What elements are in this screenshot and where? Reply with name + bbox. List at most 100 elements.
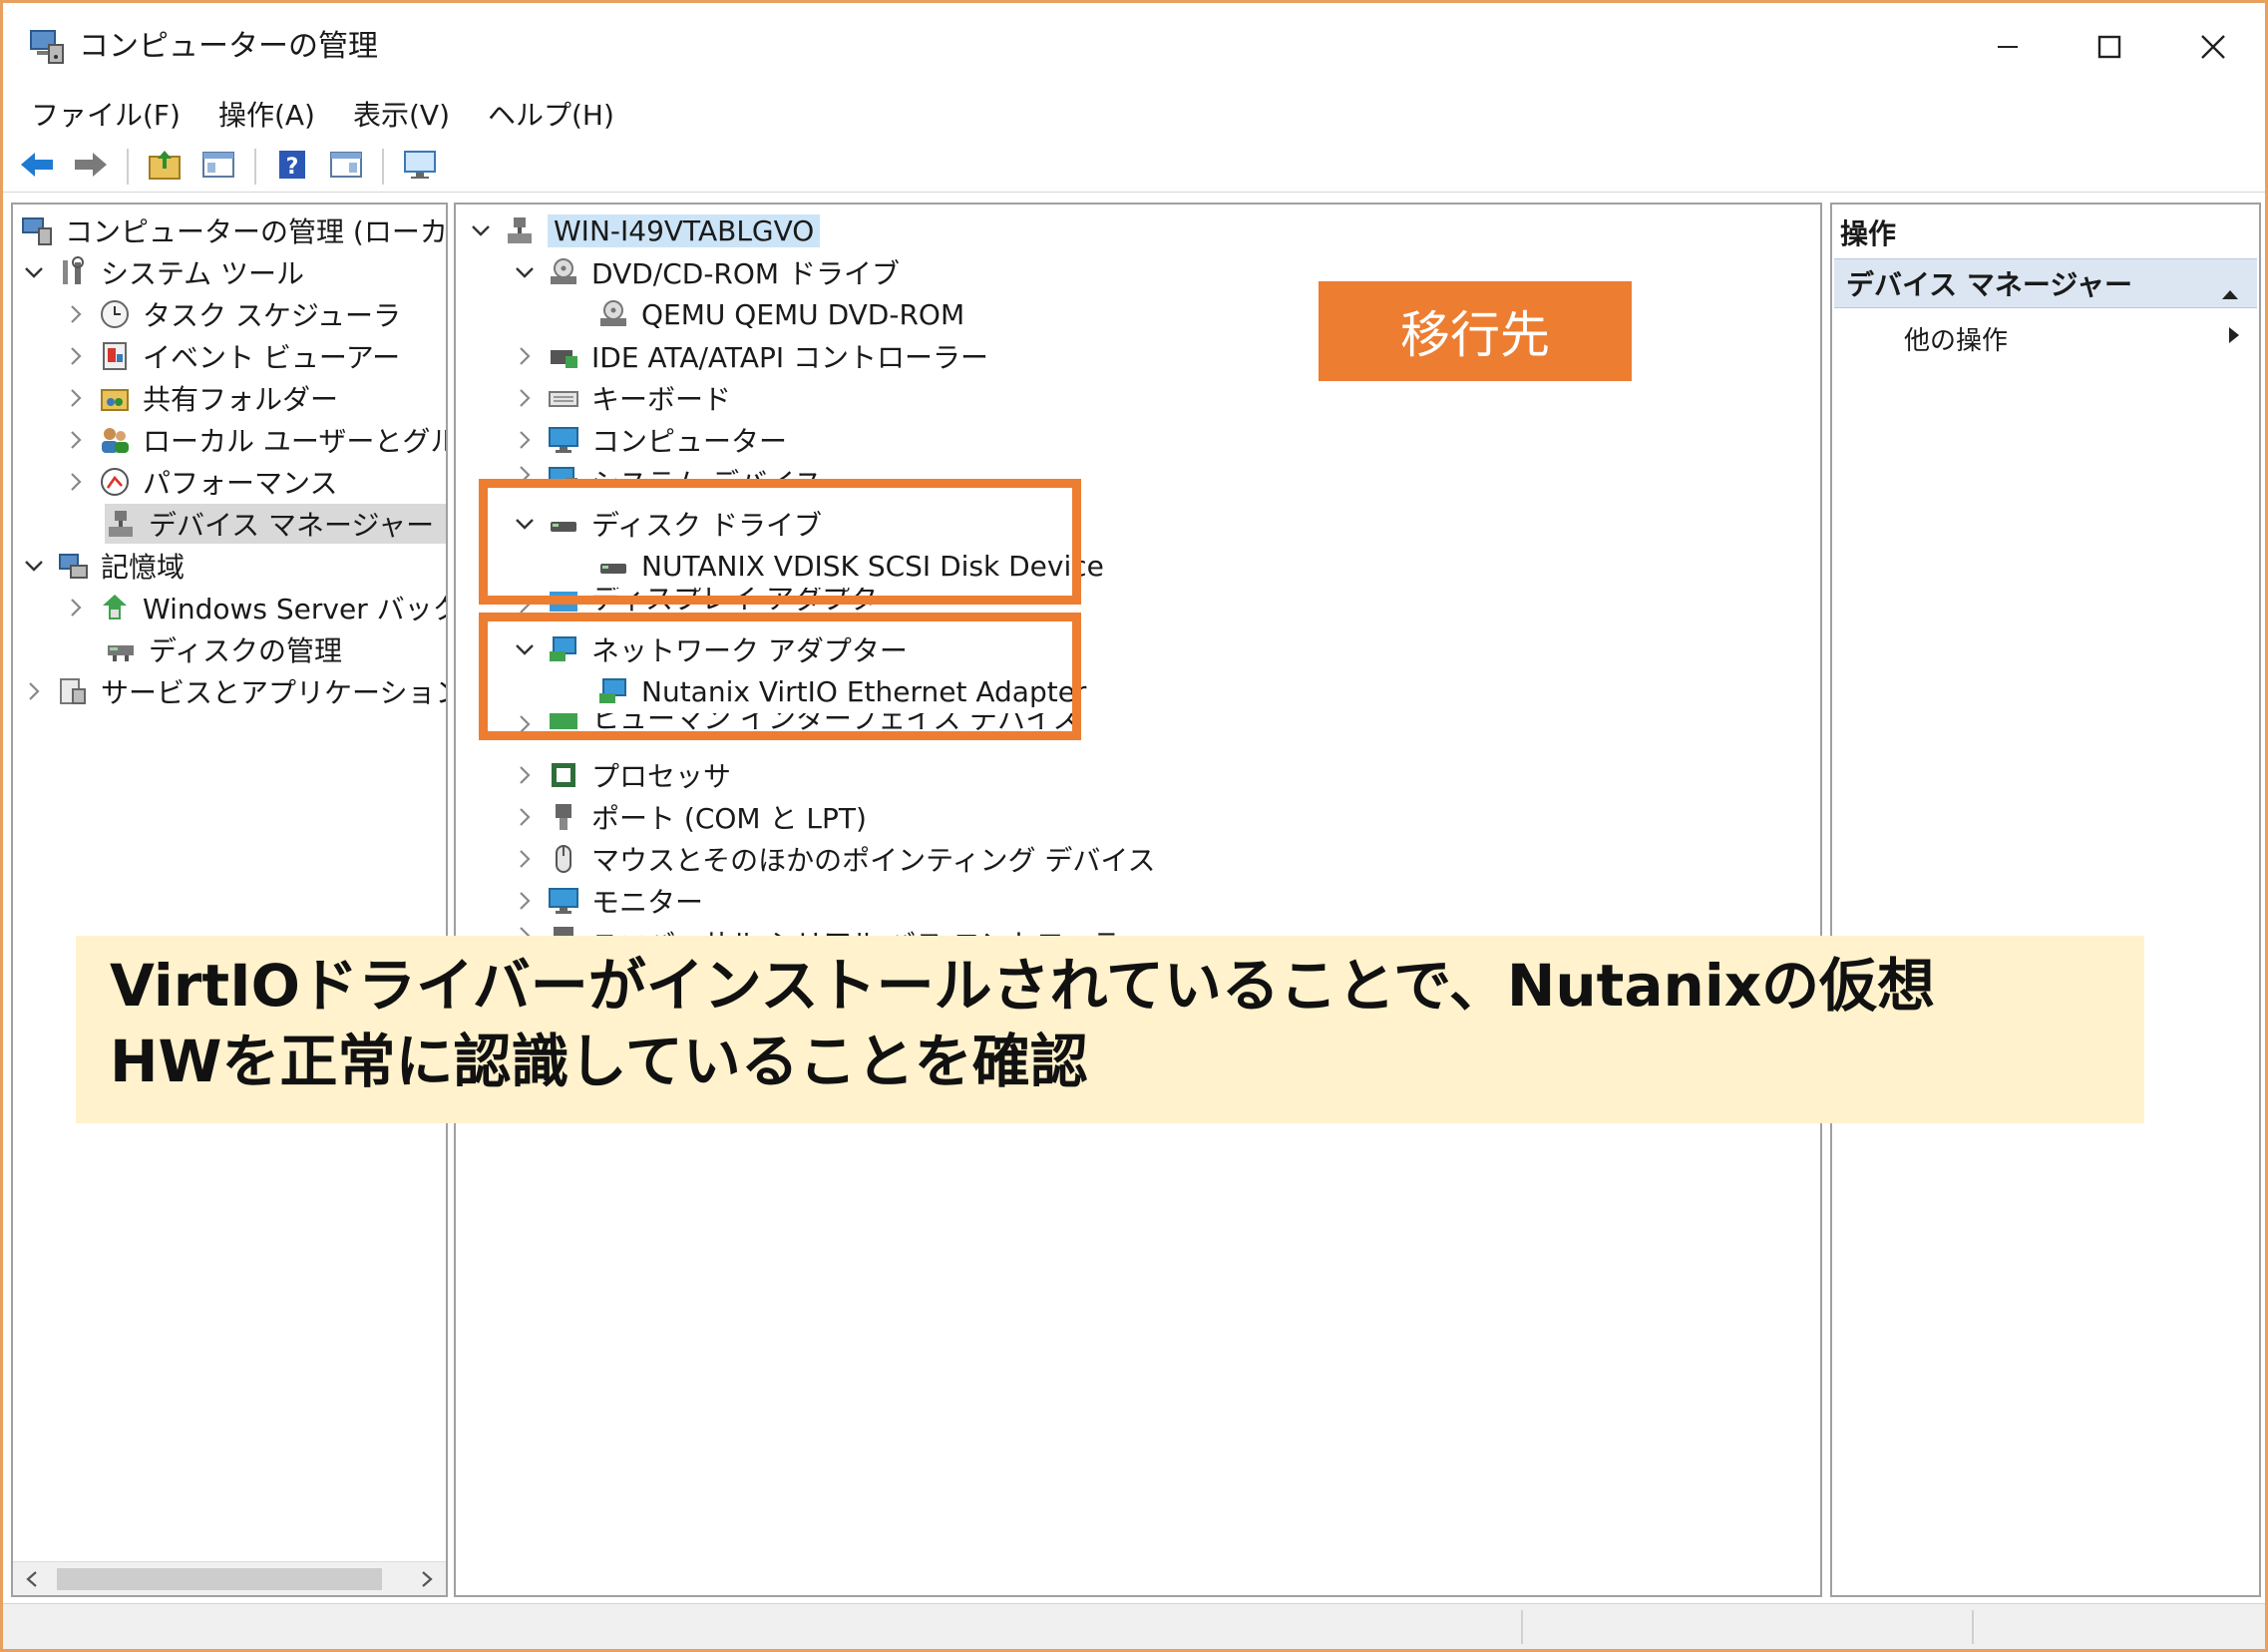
tree-item-label: コンピューターの管理 (ローカル) <box>65 215 448 248</box>
help-button[interactable]: ? <box>272 147 312 187</box>
scroll-left-arrow-icon[interactable] <box>19 1566 45 1592</box>
chevron-down-icon[interactable] <box>21 259 47 285</box>
chevron-down-icon[interactable] <box>468 217 494 243</box>
device-category-keyboard[interactable]: キーボード <box>512 378 731 418</box>
maximize-button[interactable] <box>2070 17 2149 77</box>
computer-management-icon <box>27 27 67 67</box>
chevron-right-icon[interactable] <box>512 762 538 788</box>
device-category-mice[interactable]: マウスとそのほかのポインティング デバイス <box>512 839 1156 879</box>
device-category-label: コンピューター <box>591 425 788 458</box>
chevron-right-icon[interactable] <box>512 846 538 872</box>
action-more-actions[interactable]: 他の操作 <box>1904 320 2008 357</box>
device-category-ide[interactable]: IDE ATA/ATAPI コントローラー <box>512 336 988 376</box>
help-icon: ? <box>277 149 307 185</box>
forward-arrow-icon <box>73 150 109 184</box>
tree-item-system-tools[interactable]: システム ツール <box>21 252 304 292</box>
device-category-label: ポート (COM と LPT) <box>591 802 867 835</box>
users-icon <box>99 424 131 456</box>
tree-item-event-viewer[interactable]: イベント ビューアー <box>63 336 400 376</box>
dvd-icon <box>548 256 579 288</box>
status-bar <box>3 1603 2265 1649</box>
caret-up-icon[interactable] <box>2221 275 2239 308</box>
caret-right-icon[interactable] <box>2227 326 2241 348</box>
device-category-processors[interactable]: プロセッサ <box>512 755 731 795</box>
tree-item-label: 記憶域 <box>101 551 186 584</box>
chevron-right-icon[interactable] <box>63 385 89 411</box>
toolbar-separator <box>254 148 256 185</box>
tree-item-services-applications[interactable]: サービスとアプリケーション <box>21 671 446 711</box>
scroll-right-arrow-icon[interactable] <box>414 1566 440 1592</box>
tree-item-computer-management[interactable]: コンピューターの管理 (ローカル) <box>21 210 448 250</box>
tree-item-label: デバイス マネージャー <box>149 509 435 542</box>
minimize-button[interactable] <box>1968 17 2048 77</box>
device-tree-pane[interactable]: WIN-I49VTABLGVO DVD/CD-ROM ドライブ QEMU QEM… <box>454 203 1822 1597</box>
monitor-button[interactable] <box>400 147 440 187</box>
up-folder-button[interactable] <box>145 147 185 187</box>
clock-icon <box>99 298 131 330</box>
toolbar: ? <box>3 141 2265 193</box>
ide-icon <box>548 340 579 372</box>
menu-file[interactable]: ファイル(F) <box>31 94 181 134</box>
destination-label: 移行先 <box>1319 281 1632 381</box>
status-divider <box>1521 1610 1523 1644</box>
highlight-network-adapter <box>479 613 1081 740</box>
back-arrow-icon <box>19 150 55 184</box>
actions-pane: 操作 デバイス マネージャー 他の操作 <box>1830 203 2261 1597</box>
tree-item-label: パフォーマンス <box>143 467 338 500</box>
chevron-down-icon[interactable] <box>512 259 538 285</box>
tree-item-device-manager[interactable]: デバイス マネージャー <box>105 504 446 544</box>
processor-icon <box>548 759 579 791</box>
device-item-qemu-dvd[interactable]: QEMU QEMU DVD-ROM <box>597 294 964 334</box>
tree-item-task-scheduler[interactable]: タスク スケジューラ <box>63 294 401 334</box>
tree-item-label: ローカル ユーザーとグループ <box>143 425 446 458</box>
scrollbar-thumb[interactable] <box>57 1568 382 1590</box>
tree-item-shared-folders[interactable]: 共有フォルダー <box>63 378 338 418</box>
menu-view[interactable]: 表示(V) <box>353 94 450 134</box>
chevron-right-icon[interactable] <box>63 427 89 453</box>
device-category-monitors[interactable]: モニター <box>512 881 703 921</box>
forward-button[interactable] <box>71 147 111 187</box>
chevron-right-icon[interactable] <box>63 343 89 369</box>
actions-section-device-manager[interactable]: デバイス マネージャー <box>1834 258 2257 308</box>
tree-item-windows-server-backup[interactable]: Windows Server バックアップ <box>63 588 446 627</box>
menu-help[interactable]: ヘルプ(H) <box>488 94 614 134</box>
tree-item-disk-management[interactable]: ディスクの管理 <box>105 629 342 669</box>
menu-action[interactable]: 操作(A) <box>218 94 315 134</box>
device-root-label: WIN-I49VTABLGVO <box>548 213 821 247</box>
device-manager-icon <box>105 508 137 540</box>
services-icon <box>57 675 89 707</box>
chevron-down-icon[interactable] <box>21 553 47 579</box>
tools-icon <box>57 256 89 288</box>
chevron-right-icon[interactable] <box>512 888 538 914</box>
toolbar-separator <box>127 148 129 185</box>
chevron-right-icon[interactable] <box>512 427 538 453</box>
console-tree-pane[interactable]: コンピューターの管理 (ローカル) システム ツール タスク スケジューラ イベ… <box>11 203 448 1597</box>
monitor-icon <box>548 885 579 917</box>
device-category-dvd[interactable]: DVD/CD-ROM ドライブ <box>512 252 900 292</box>
back-button[interactable] <box>17 147 57 187</box>
device-category-computer[interactable]: コンピューター <box>512 420 787 460</box>
chevron-right-icon[interactable] <box>63 595 89 620</box>
chevron-right-icon[interactable] <box>512 385 538 411</box>
tree-item-storage[interactable]: 記憶域 <box>21 546 185 586</box>
device-root-node[interactable]: WIN-I49VTABLGVO <box>468 210 821 250</box>
status-divider <box>1972 1610 1974 1644</box>
chevron-right-icon[interactable] <box>512 343 538 369</box>
chevron-right-icon[interactable] <box>21 678 47 704</box>
computer-management-window: コンピューターの管理 ファイル(F) 操作(A) 表示(V) ヘルプ(H) ? … <box>0 0 2268 1652</box>
tree-item-local-users-groups[interactable]: ローカル ユーザーとグループ <box>63 420 446 460</box>
chevron-right-icon[interactable] <box>63 469 89 495</box>
title-bar[interactable]: コンピューターの管理 <box>3 3 2265 93</box>
chevron-right-icon[interactable] <box>512 804 538 830</box>
tree-item-performance[interactable]: パフォーマンス <box>63 462 337 502</box>
show-hide-tree-button[interactable] <box>198 147 238 187</box>
computer-root-icon <box>504 214 536 246</box>
chevron-right-icon[interactable] <box>63 301 89 327</box>
shared-folder-icon <box>99 382 131 414</box>
show-hide-action-pane-button[interactable] <box>326 147 366 187</box>
mouse-icon <box>548 843 579 875</box>
device-category-ports[interactable]: ポート (COM と LPT) <box>512 797 867 837</box>
menu-bar: ファイル(F) 操作(A) 表示(V) ヘルプ(H) <box>3 89 2265 139</box>
close-button[interactable] <box>2173 17 2253 77</box>
horizontal-scrollbar[interactable] <box>13 1561 446 1595</box>
